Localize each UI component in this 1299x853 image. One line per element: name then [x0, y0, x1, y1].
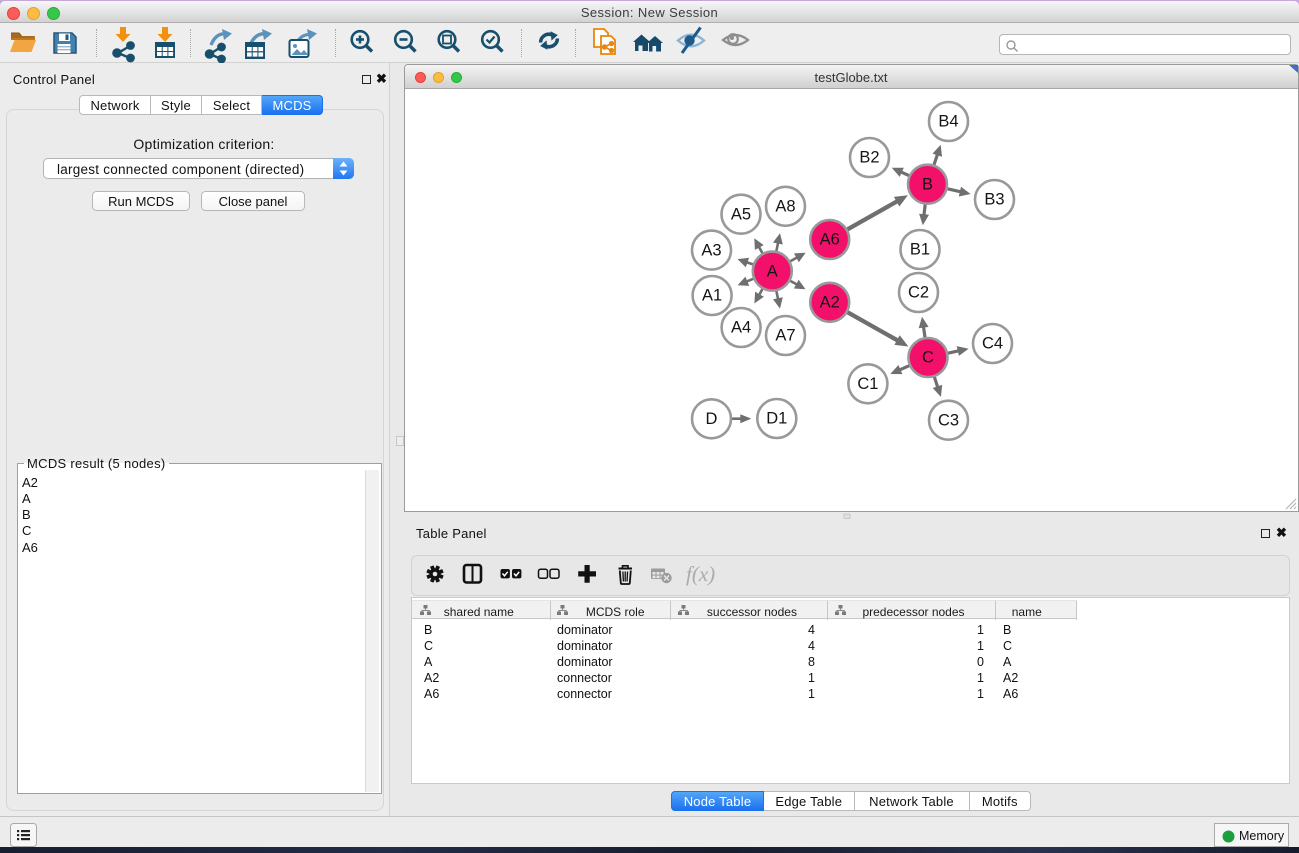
- svg-text:A5: A5: [730, 205, 750, 223]
- svg-text:A: A: [766, 262, 777, 280]
- svg-text:A6: A6: [819, 230, 839, 248]
- svg-text:C1: C1: [857, 375, 878, 393]
- svg-text:B2: B2: [859, 148, 879, 166]
- svg-text:f(x): f(x): [686, 562, 715, 586]
- svg-text:B4: B4: [938, 112, 958, 130]
- svg-text:B: B: [921, 175, 932, 193]
- svg-text:A3: A3: [701, 241, 721, 259]
- svg-text:C: C: [922, 348, 934, 366]
- svg-text:A7: A7: [775, 326, 795, 344]
- svg-text:A4: A4: [731, 318, 751, 336]
- svg-text:D1: D1: [766, 409, 787, 427]
- svg-text:C3: C3: [937, 411, 958, 429]
- svg-text:C4: C4: [981, 334, 1002, 352]
- svg-text:C2: C2: [907, 283, 928, 301]
- svg-text:B1: B1: [909, 240, 929, 258]
- svg-text:A8: A8: [775, 197, 795, 215]
- svg-text:B3: B3: [984, 190, 1004, 208]
- svg-text:D: D: [705, 410, 717, 428]
- svg-text:A1: A1: [702, 286, 722, 304]
- svg-text:A2: A2: [819, 293, 839, 311]
